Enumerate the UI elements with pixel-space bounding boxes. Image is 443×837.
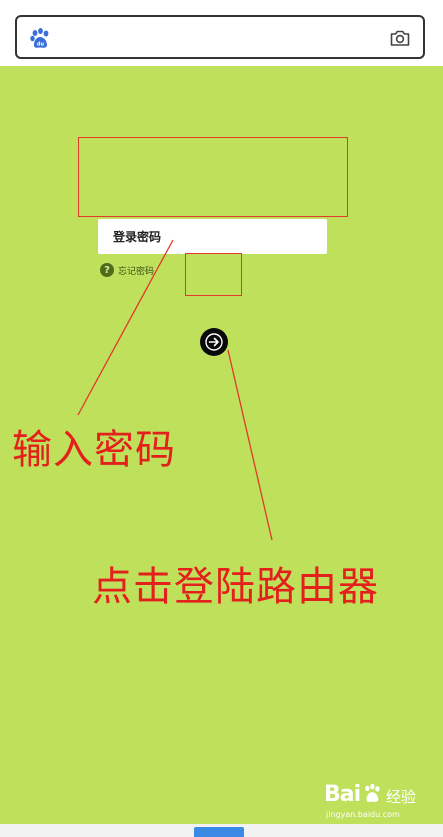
password-input[interactable] xyxy=(98,219,327,254)
bottom-strip xyxy=(0,824,443,837)
arrow-right-icon xyxy=(205,333,223,351)
svg-text:du: du xyxy=(37,42,45,48)
annotation-click-login-router: 点击登陆路由器 xyxy=(92,564,379,610)
forgot-password-link[interactable]: ? 忘记密码 xyxy=(100,263,154,277)
baidu-jingyan-watermark: Bai 经验 jingyan.baidu.com xyxy=(318,782,434,822)
watermark-paw-icon xyxy=(365,783,380,802)
screenshot-page: du ? 忘记密码 输入密码 点击登陆路由器 Bai 经验 jingyan.ba… xyxy=(0,0,443,837)
baidu-paw-icon[interactable]: du xyxy=(29,27,51,49)
camera-icon[interactable] xyxy=(389,27,411,49)
forgot-password-label: 忘记密码 xyxy=(118,266,155,277)
bottom-tab-indicator[interactable] xyxy=(194,827,244,837)
watermark-jingyan: 经验 xyxy=(386,788,417,806)
watermark-url: jingyan.baidu.com xyxy=(326,810,400,819)
login-submit-button[interactable] xyxy=(200,328,228,356)
browser-top-bar: du xyxy=(0,0,443,66)
question-circle-icon: ? xyxy=(100,263,114,277)
watermark-brand: Bai xyxy=(324,782,361,807)
annotation-enter-password: 输入密码 xyxy=(12,427,176,473)
search-box[interactable]: du xyxy=(15,15,425,59)
